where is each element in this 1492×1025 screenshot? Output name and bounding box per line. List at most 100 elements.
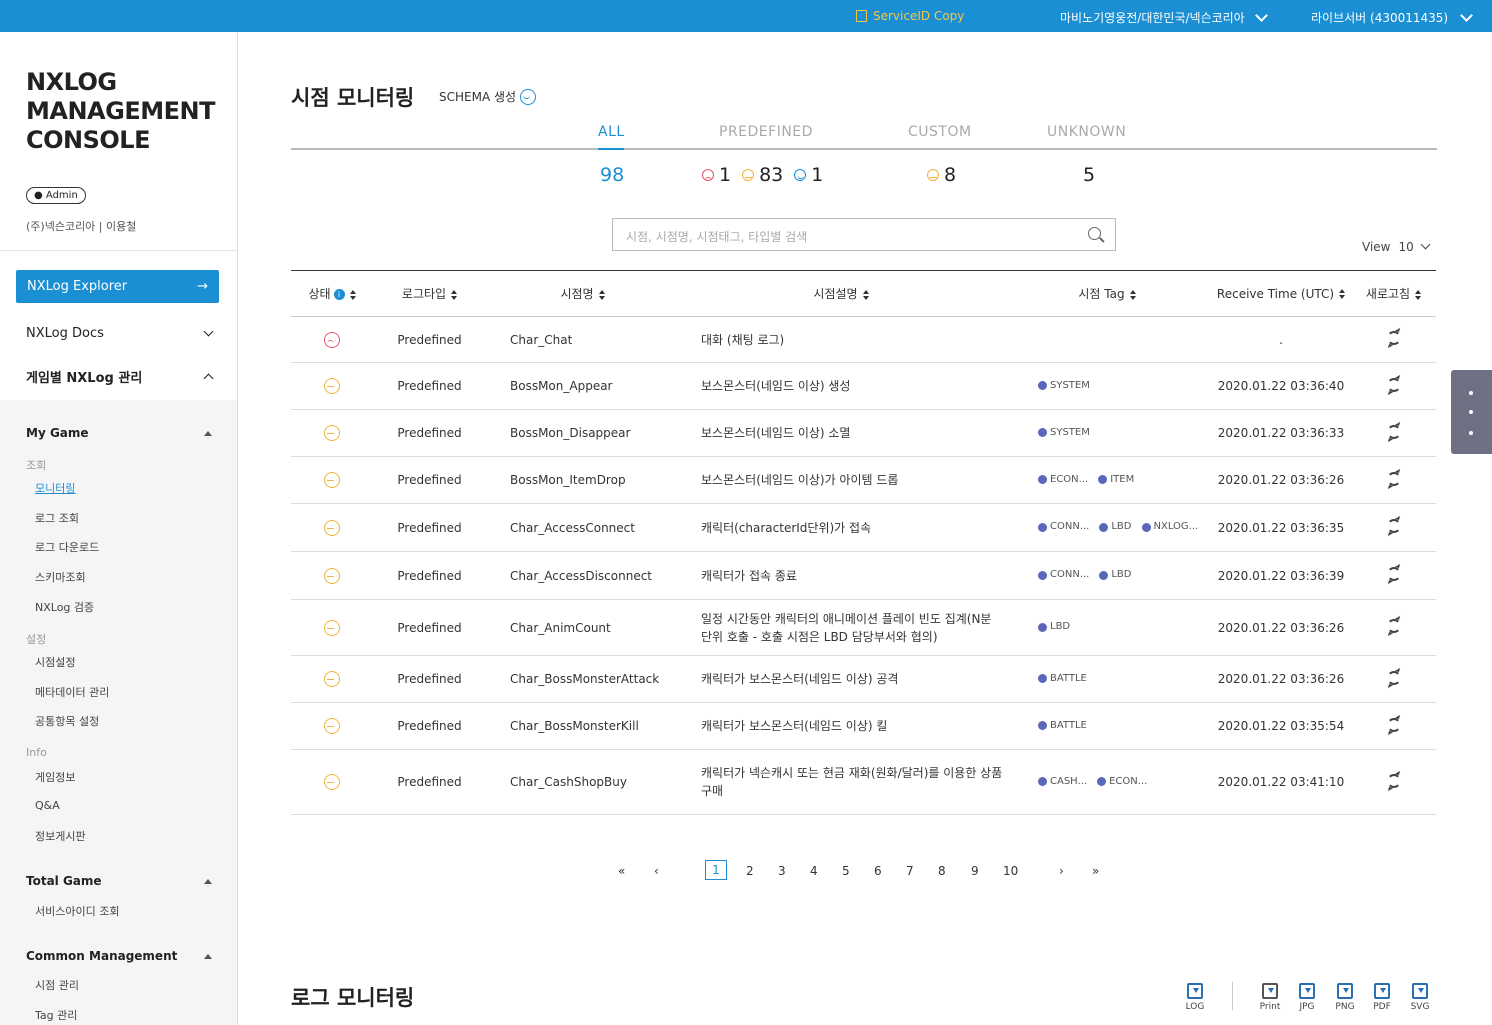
sidebar-item-metadata[interactable]: 메타데이터 관리 (35, 684, 109, 700)
tag-chip[interactable]: LBD (1038, 620, 1070, 634)
sidebar-item-info-board[interactable]: 정보게시판 (35, 828, 86, 844)
page-5-button[interactable]: 5 (842, 864, 850, 878)
nxlog-docs-menu[interactable]: NXLog Docs (26, 326, 214, 341)
sidebar-item-point-mgmt[interactable]: 시점 관리 (35, 977, 79, 993)
sidebar-item-nxlog-verify[interactable]: NXLog 검증 (35, 599, 94, 615)
refresh-icon[interactable] (1386, 670, 1401, 685)
tag-chip[interactable]: ECON... (1097, 775, 1147, 789)
last-page-button[interactable]: » (1092, 864, 1099, 878)
jpg-download-button[interactable]: JPG (1294, 983, 1320, 1012)
point-name-cell[interactable]: BossMon_Appear (486, 362, 679, 410)
table-row[interactable]: Predefined Char_BossMonsterAttack 캐릭터가 보스몬… (291, 655, 1436, 703)
table-row[interactable]: Predefined BossMon_ItemDrop 보스몬스터(네임드 이상)가… (291, 456, 1436, 504)
refresh-icon[interactable] (1386, 567, 1401, 581)
page-3-button[interactable]: 3 (778, 864, 786, 878)
point-name-cell[interactable]: Char_BossMonsterAttack (486, 655, 679, 703)
count-unknown[interactable]: 5 (1083, 164, 1095, 186)
col-status[interactable]: 상태 i (291, 271, 373, 317)
search-input[interactable]: 시점, 시점명, 시점태그, 타입별 검색 (612, 218, 1116, 251)
page-2-button[interactable]: 2 (746, 864, 754, 878)
game-mgmt-menu[interactable]: 게임별 NXLog 관리 (26, 367, 214, 386)
sort-icon[interactable] (598, 289, 605, 300)
sidebar-item-point-settings[interactable]: 시점설정 (35, 654, 75, 670)
tag-chip[interactable]: NXLOG... (1141, 520, 1198, 534)
table-row[interactable]: Predefined Char_CashShopBuy 캐릭터가 넥슨캐시 또는 현… (291, 749, 1436, 815)
table-row[interactable]: Predefined BossMon_Appear 보스몬스터(네임드 이상) 생성… (291, 362, 1436, 410)
sidebar-item-serviceid-query[interactable]: 서비스아이디 조회 (35, 903, 119, 919)
tab-predefined[interactable]: PREDEFINED (719, 124, 813, 140)
sidebar-item-common-settings[interactable]: 공통항목 설정 (35, 713, 99, 729)
page-4-button[interactable]: 4 (810, 864, 818, 878)
table-row[interactable]: Predefined Char_AccessConnect 캐릭터(characte… (291, 503, 1436, 552)
page-6-button[interactable]: 6 (874, 864, 882, 878)
sidebar-item-log-query[interactable]: 로그 조회 (35, 510, 79, 526)
refresh-icon[interactable] (1386, 424, 1401, 439)
page-9-button[interactable]: 9 (971, 864, 979, 878)
refresh-icon[interactable] (1386, 519, 1401, 533)
sort-icon[interactable] (1415, 289, 1422, 300)
serviceid-copy-button[interactable]: ServiceID Copy (856, 9, 964, 23)
tab-unknown[interactable]: UNKNOWN (1047, 124, 1126, 140)
refresh-icon[interactable] (1386, 331, 1401, 345)
info-icon[interactable]: i (333, 289, 345, 300)
point-name-cell[interactable]: Char_AccessConnect (486, 503, 679, 552)
table-row[interactable]: Predefined Char_AnimCount 일정 시간동안 캐릭터의 애니메… (291, 599, 1436, 656)
sidebar-item-schema-query[interactable]: 스키마조회 (35, 569, 86, 585)
col-point-name[interactable]: 시점명 (486, 271, 679, 317)
next-page-button[interactable]: › (1059, 864, 1064, 878)
tag-chip[interactable]: CASH... (1038, 775, 1087, 789)
tab-custom[interactable]: CUSTOM (908, 124, 972, 140)
page-8-button[interactable]: 8 (938, 864, 946, 878)
sort-icon[interactable] (1339, 289, 1346, 299)
tag-chip[interactable]: CONN... (1038, 520, 1089, 534)
refresh-icon[interactable] (1386, 377, 1401, 392)
point-name-cell[interactable]: Char_AnimCount (486, 599, 679, 656)
col-refresh[interactable]: 새로고침 (1351, 271, 1436, 317)
first-page-button[interactable]: « (618, 864, 625, 878)
point-name-cell[interactable]: Char_CashShopBuy (486, 749, 679, 815)
sidebar-item-game-info[interactable]: 게임정보 (35, 769, 75, 785)
view-selector[interactable]: View 10 (1362, 239, 1431, 254)
tag-chip[interactable]: BATTLE (1038, 672, 1087, 686)
col-log-type[interactable]: 로그타입 (373, 271, 486, 317)
page-7-button[interactable]: 7 (906, 864, 914, 878)
refresh-icon[interactable] (1386, 471, 1401, 486)
sort-icon[interactable] (862, 289, 869, 300)
nxlog-explorer-button[interactable]: NXLog Explorer → (16, 270, 219, 303)
tag-chip[interactable]: LBD (1099, 520, 1132, 534)
schema-create-button[interactable]: SCHEMA 생성 (439, 88, 537, 105)
tag-chip[interactable]: ITEM (1098, 473, 1134, 487)
point-name-cell[interactable]: Char_AccessDisconnect (486, 551, 679, 600)
sidebar-item-qa[interactable]: Q&A (35, 799, 60, 812)
print-button[interactable]: Print (1257, 983, 1283, 1012)
tag-chip[interactable]: SYSTEM (1038, 379, 1090, 393)
sidebar-item-monitoring[interactable]: 모니터링 (35, 480, 75, 496)
sort-icon[interactable] (1129, 289, 1136, 300)
count-predefined[interactable]: 1 83 1 (702, 164, 823, 186)
count-custom[interactable]: 8 (927, 164, 956, 186)
sidebar-item-log-download[interactable]: 로그 다운로드 (35, 539, 99, 555)
refresh-icon[interactable] (1386, 717, 1401, 732)
table-row[interactable]: Predefined Char_BossMonsterKill 캐릭터가 보스몬스터… (291, 702, 1436, 750)
col-tag[interactable]: 시점 Tag (1003, 271, 1211, 317)
col-receive-time[interactable]: Receive Time (UTC) (1211, 271, 1351, 317)
page-10-button[interactable]: 10 (1003, 864, 1018, 878)
tag-chip[interactable]: LBD (1099, 568, 1132, 582)
my-game-section[interactable]: My Game (26, 426, 212, 440)
point-name-cell[interactable]: BossMon_ItemDrop (486, 456, 679, 504)
table-row[interactable]: Predefined Char_Chat 대화 (채팅 로그). (291, 316, 1436, 363)
sort-icon[interactable] (451, 289, 458, 300)
common-mgmt-section[interactable]: Common Management (26, 949, 212, 963)
point-name-cell[interactable]: Char_Chat (486, 316, 679, 363)
tag-chip[interactable]: BATTLE (1038, 719, 1087, 733)
count-all[interactable]: 98 (600, 164, 624, 186)
sidebar-item-tag-mgmt[interactable]: Tag 관리 (35, 1007, 77, 1023)
side-menu-handle[interactable] (1451, 370, 1492, 454)
point-name-cell[interactable]: BossMon_Disappear (486, 409, 679, 457)
refresh-icon[interactable] (1386, 619, 1401, 633)
log-export-button[interactable]: LOG (1182, 983, 1208, 1012)
search-icon[interactable] (1088, 227, 1101, 240)
col-description[interactable]: 시점설명 (679, 271, 1003, 317)
pdf-download-button[interactable]: PDF (1369, 983, 1395, 1012)
table-row[interactable]: Predefined Char_AccessDisconnect 캐릭터가 접속 종… (291, 551, 1436, 600)
